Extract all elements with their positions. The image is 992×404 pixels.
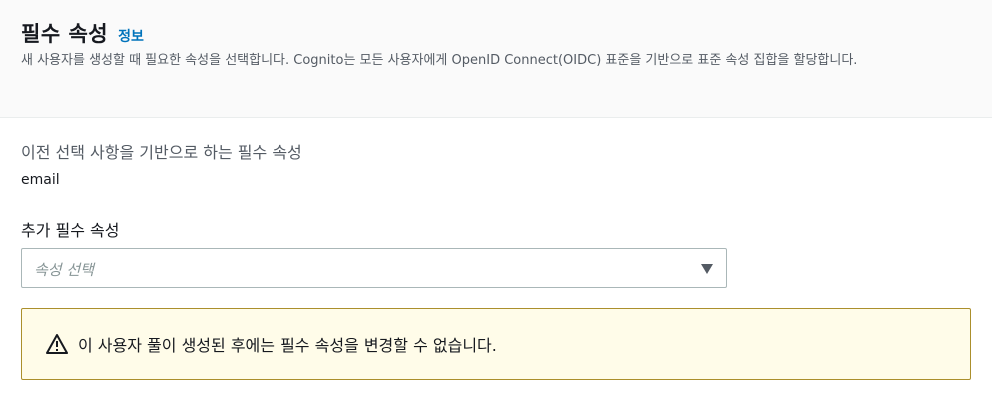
section-description: 새 사용자를 생성할 때 필요한 속성을 선택합니다. Cognito는 모든 …	[21, 53, 858, 68]
warning-icon	[46, 334, 68, 354]
title-row: 필수 속성 정보	[21, 18, 144, 48]
caret-down-icon	[701, 264, 713, 274]
attribute-select[interactable]: 속성 선택	[21, 248, 727, 288]
prior-required-label: 이전 선택 사항을 기반으로 하는 필수 속성	[21, 143, 302, 162]
warning-alert: 이 사용자 풀이 생성된 후에는 필수 속성을 변경할 수 없습니다.	[21, 308, 971, 380]
additional-required-label: 추가 필수 속성	[21, 221, 120, 240]
section-title: 필수 속성	[21, 22, 109, 46]
panel-header: 필수 속성 정보 새 사용자를 생성할 때 필요한 속성을 선택합니다. Cog…	[0, 0, 992, 118]
attribute-select-placeholder: 속성 선택	[34, 261, 94, 279]
alert-message: 이 사용자 풀이 생성된 후에는 필수 속성을 변경할 수 없습니다.	[78, 336, 497, 355]
info-link[interactable]: 정보	[118, 26, 144, 46]
prior-required-value: email	[21, 172, 60, 188]
